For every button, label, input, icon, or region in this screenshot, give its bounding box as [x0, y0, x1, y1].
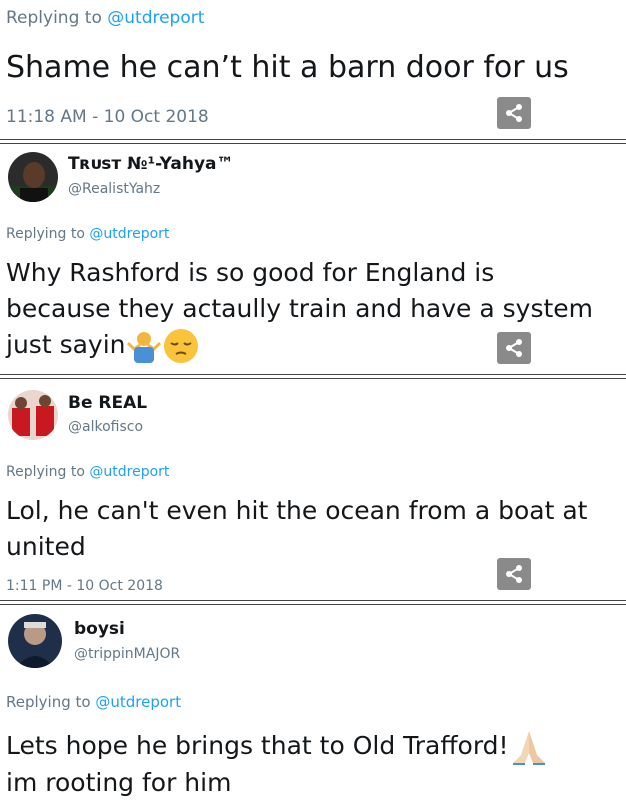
replying-handle-link[interactable]: @utdreport — [89, 226, 169, 242]
replying-to: Replying to @utdreport — [6, 693, 181, 711]
replying-handle-link[interactable]: @utdreport — [89, 464, 169, 480]
tweet-text-line: Lol, he can't even hit the ocean from a … — [6, 496, 588, 525]
replying-prefix: Replying to — [6, 8, 102, 28]
tweet-text: Lets hope he brings that to Old Trafford… — [6, 728, 549, 801]
tweet-text: Shame he can’t hit a barn door for us — [6, 50, 569, 85]
replying-to: Replying to @utdreport — [6, 8, 204, 28]
tweet-timestamp[interactable]: 1:11 PM - 10 Oct 2018 — [6, 578, 163, 594]
folded-hands-emoji — [512, 731, 545, 765]
tweet-text-line: Lets hope he brings that to Old Trafford… — [6, 728, 549, 765]
avatar[interactable] — [8, 614, 62, 668]
man-shrugging-emoji — [126, 332, 161, 363]
tweet-separator — [0, 374, 626, 379]
replying-handle-link[interactable]: @utdreport — [107, 8, 204, 28]
share-icon — [506, 339, 522, 357]
pensive-face-emoji — [163, 329, 198, 363]
replying-to: Replying to @utdreport — [6, 464, 169, 480]
display-name[interactable]: Be REAL — [68, 393, 147, 413]
share-icon — [506, 104, 522, 122]
tweet-text-line: because they actaully train and have a s… — [6, 294, 593, 323]
display-name[interactable]: Tʀᴜsᴛ №¹-Yahya™ — [68, 154, 234, 174]
tweet-text-line: im rooting for him — [6, 768, 232, 797]
tweet-text-line: Why Rashford is so good for England is — [6, 258, 495, 287]
avatar[interactable] — [8, 390, 58, 440]
replying-prefix: Replying to — [6, 693, 91, 711]
tweet-text: Lol, he can't even hit the ocean from a … — [6, 493, 587, 565]
tweet-separator — [0, 600, 626, 605]
replying-prefix: Replying to — [6, 226, 85, 242]
share-button[interactable] — [497, 97, 531, 129]
user-handle[interactable]: @trippinMAJOR — [74, 646, 180, 662]
user-handle[interactable]: @alkofisco — [68, 419, 143, 435]
user-handle[interactable]: @RealistYahz — [68, 181, 160, 197]
replying-handle-link[interactable]: @utdreport — [95, 693, 181, 711]
tweet-separator — [0, 139, 626, 144]
share-button[interactable] — [497, 332, 531, 364]
share-icon — [506, 565, 522, 583]
tweet-timestamp[interactable]: 11:18 AM - 10 Oct 2018 — [6, 107, 209, 127]
replying-to: Replying to @utdreport — [6, 226, 169, 242]
replying-prefix: Replying to — [6, 464, 85, 480]
avatar[interactable] — [8, 152, 58, 202]
share-button[interactable] — [497, 558, 531, 590]
display-name[interactable]: boysi — [74, 619, 125, 639]
